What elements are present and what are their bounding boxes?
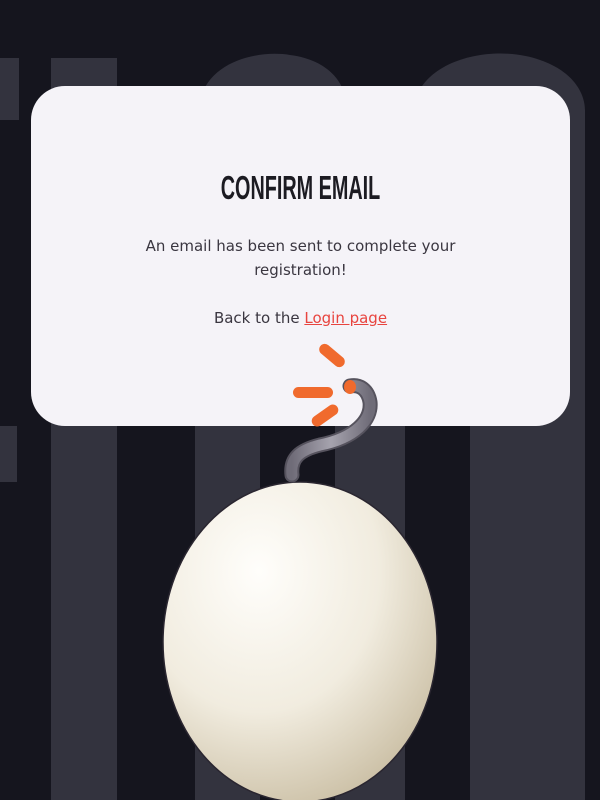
egg-bomb-icon bbox=[162, 343, 438, 800]
page-title: CONFIRM EMAIL bbox=[220, 169, 381, 206]
back-to-login-text: Back to the bbox=[213, 309, 300, 327]
login-page-link[interactable]: Login page bbox=[304, 309, 387, 327]
confirmation-message: An email has been sent to complete your … bbox=[145, 237, 456, 279]
confirm-email-page: CONFIRM EMAIL An email has been sent to … bbox=[0, 0, 600, 800]
back-to-login-line: Back to the Login page bbox=[31, 306, 570, 330]
egg-shape bbox=[162, 481, 438, 800]
spark-icon bbox=[293, 343, 345, 427]
